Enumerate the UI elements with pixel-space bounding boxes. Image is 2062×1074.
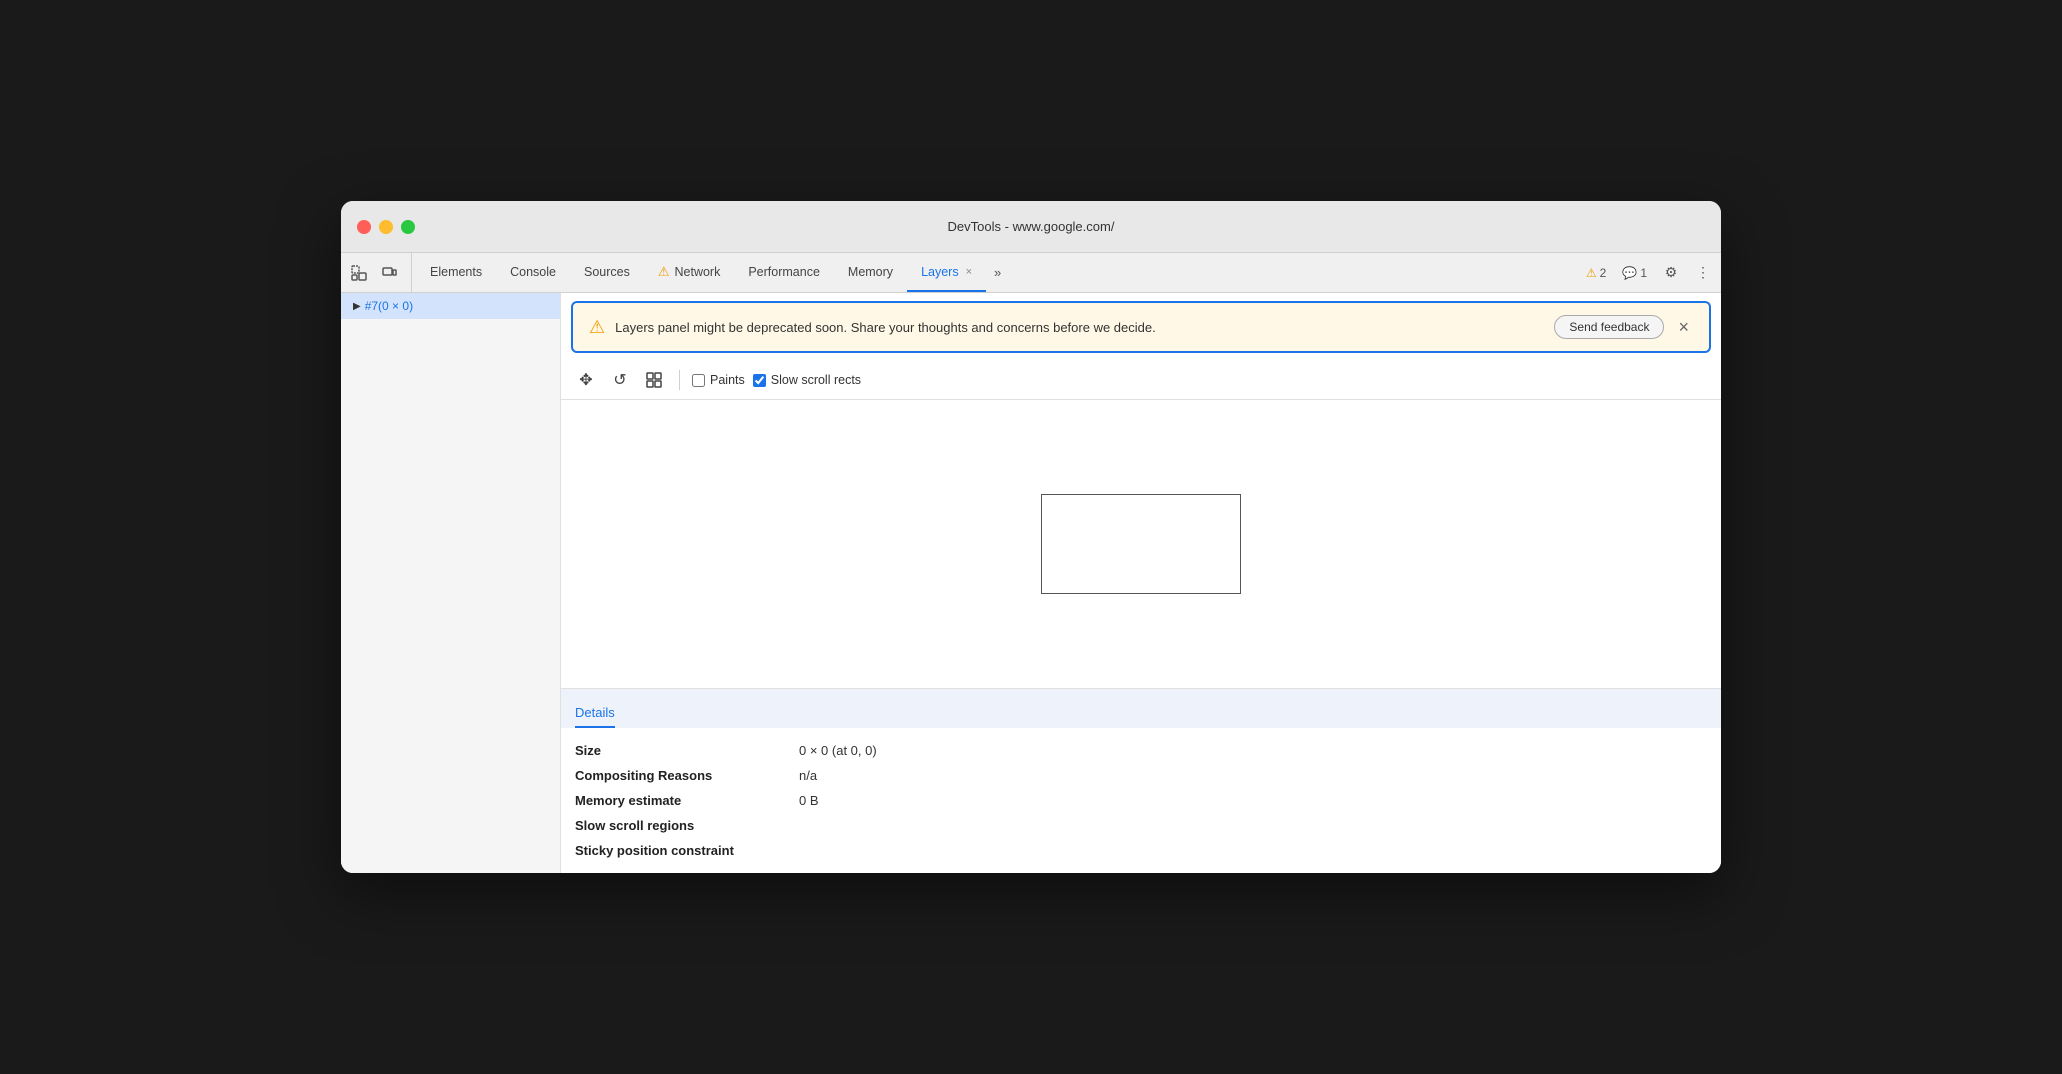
detail-key: Memory estimate [575,793,775,808]
tab-sources[interactable]: Sources [570,253,644,292]
tab-network[interactable]: ⚠ Network [644,253,735,292]
detail-key: Slow scroll regions [575,818,775,833]
title-bar: DevTools - www.google.com/ [341,201,1721,253]
rotate-tool-icon[interactable]: ↺ [607,367,633,393]
more-options-icon[interactable]: ⋮ [1689,259,1717,287]
paints-checkbox-label[interactable]: Paints [692,373,745,387]
main-content: ⚠ Layers panel might be deprecated soon.… [561,293,1721,873]
close-button[interactable] [357,220,371,234]
inspect-icon[interactable] [345,259,373,287]
warning-icon: ⚠ [1586,266,1597,280]
more-tabs-button[interactable]: » [986,253,1009,292]
tab-layers-close[interactable]: × [966,266,972,278]
window-title: DevTools - www.google.com/ [948,219,1115,234]
banner-warning-icon: ⚠ [589,317,605,338]
tab-console[interactable]: Console [496,253,570,292]
devtools-window: DevTools - www.google.com/ Elements [341,201,1721,873]
devtools-body: ▶ #7(0 × 0) ⚠ Layers panel might be depr… [341,293,1721,873]
details-tab[interactable]: Details [575,699,615,728]
move-tool-icon[interactable]: ✥ [573,367,599,393]
detail-row: Slow scroll regions [575,813,1707,838]
paints-checkbox[interactable] [692,374,705,387]
detail-row: Memory estimate 0 B [575,788,1707,813]
tabs-bar: Elements Console Sources ⚠ Network Perfo… [341,253,1721,293]
send-feedback-button[interactable]: Send feedback [1554,315,1664,339]
message-icon: 💬 [1622,266,1637,280]
traffic-lights [357,220,415,234]
detail-value: 0 × 0 (at 0, 0) [799,743,877,758]
fit-tool-icon[interactable] [641,367,667,393]
details-header: Details [561,689,1721,728]
tab-performance[interactable]: Performance [734,253,834,292]
layer-toolbar: ✥ ↺ Paints Slow scroll [561,361,1721,400]
maximize-button[interactable] [401,220,415,234]
toolbar-separator [679,370,680,390]
network-warning-icon: ⚠ [658,264,670,280]
slow-scroll-checkbox[interactable] [753,374,766,387]
deprecation-banner: ⚠ Layers panel might be deprecated soon.… [571,301,1711,353]
banner-message: Layers panel might be deprecated soon. S… [615,320,1544,335]
detail-key: Sticky position constraint [575,843,775,858]
tab-elements[interactable]: Elements [416,253,496,292]
tabs-list: Elements Console Sources ⚠ Network Perfo… [416,253,1580,292]
layer-visualization-rect [1041,494,1241,594]
slow-scroll-checkbox-label[interactable]: Slow scroll rects [753,373,861,387]
tabs-right-actions: ⚠ 2 💬 1 ⚙ ⋮ [1580,253,1717,292]
devtools-icons [345,253,412,292]
messages-badge[interactable]: 💬 1 [1616,263,1653,283]
tab-memory[interactable]: Memory [834,253,907,292]
layer-item[interactable]: ▶ #7(0 × 0) [341,293,560,319]
minimize-button[interactable] [379,220,393,234]
layer-canvas[interactable] [561,400,1721,688]
tab-layers[interactable]: Layers × [907,253,986,292]
detail-row: Size 0 × 0 (at 0, 0) [575,738,1707,763]
details-section: Details Size 0 × 0 (at 0, 0) Compositing R… [561,688,1721,873]
detail-key: Compositing Reasons [575,768,775,783]
detail-value: n/a [799,768,817,783]
detail-value: 0 B [799,793,819,808]
banner-close-button[interactable]: × [1674,317,1693,338]
warnings-badge[interactable]: ⚠ 2 [1580,263,1612,283]
layers-sidebar: ▶ #7(0 × 0) [341,293,561,873]
tree-arrow: ▶ [353,301,361,312]
details-table: Size 0 × 0 (at 0, 0) Compositing Reasons n/… [561,728,1721,873]
settings-icon[interactable]: ⚙ [1657,259,1685,287]
detail-row: Compositing Reasons n/a [575,763,1707,788]
detail-key: Size [575,743,775,758]
device-toolbar-icon[interactable] [375,259,403,287]
detail-row: Sticky position constraint [575,838,1707,863]
